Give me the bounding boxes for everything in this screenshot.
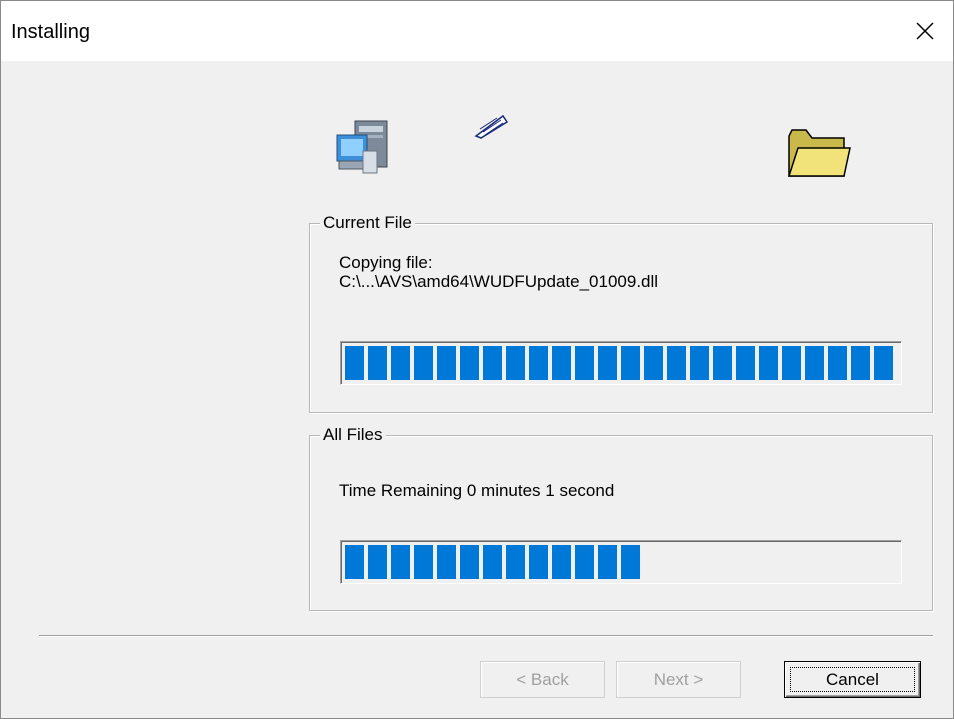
- close-button[interactable]: [897, 1, 953, 61]
- flying-document-icon: [474, 114, 509, 139]
- button-separator: [39, 635, 933, 637]
- all-files-group: All Files Time Remaining 0 minutes 1 sec…: [309, 425, 933, 611]
- current-file-progress-bar: [340, 341, 902, 385]
- copying-label: Copying file:: [339, 253, 433, 272]
- current-file-progress-fill: [345, 346, 893, 380]
- all-files-legend: All Files: [320, 425, 386, 445]
- current-file-group: Current File Copying file: C:\...\AVS\am…: [309, 213, 933, 413]
- cancel-button[interactable]: Cancel: [784, 661, 921, 698]
- folder-icon: [787, 129, 851, 177]
- next-button[interactable]: Next >: [616, 661, 741, 698]
- back-button[interactable]: < Back: [480, 661, 605, 698]
- current-file-path: C:\...\AVS\amd64\WUDFUpdate_01009.dll: [339, 272, 659, 291]
- next-button-label: Next >: [653, 669, 704, 689]
- close-icon: [916, 22, 934, 40]
- all-files-progress-fill: [345, 545, 640, 579]
- focus-indicator: [790, 667, 915, 692]
- all-files-progress-bar: [340, 540, 902, 584]
- current-file-legend: Current File: [320, 213, 415, 233]
- title-bar: Installing: [1, 1, 953, 61]
- installer-window: Installing Current File Copying file: C:…: [0, 0, 954, 719]
- back-button-label: < Back: [516, 669, 569, 689]
- window-title: Installing: [11, 21, 90, 43]
- computer-icon: [336, 120, 388, 174]
- time-remaining-label: Time Remaining 0 minutes 1 second: [339, 481, 615, 500]
